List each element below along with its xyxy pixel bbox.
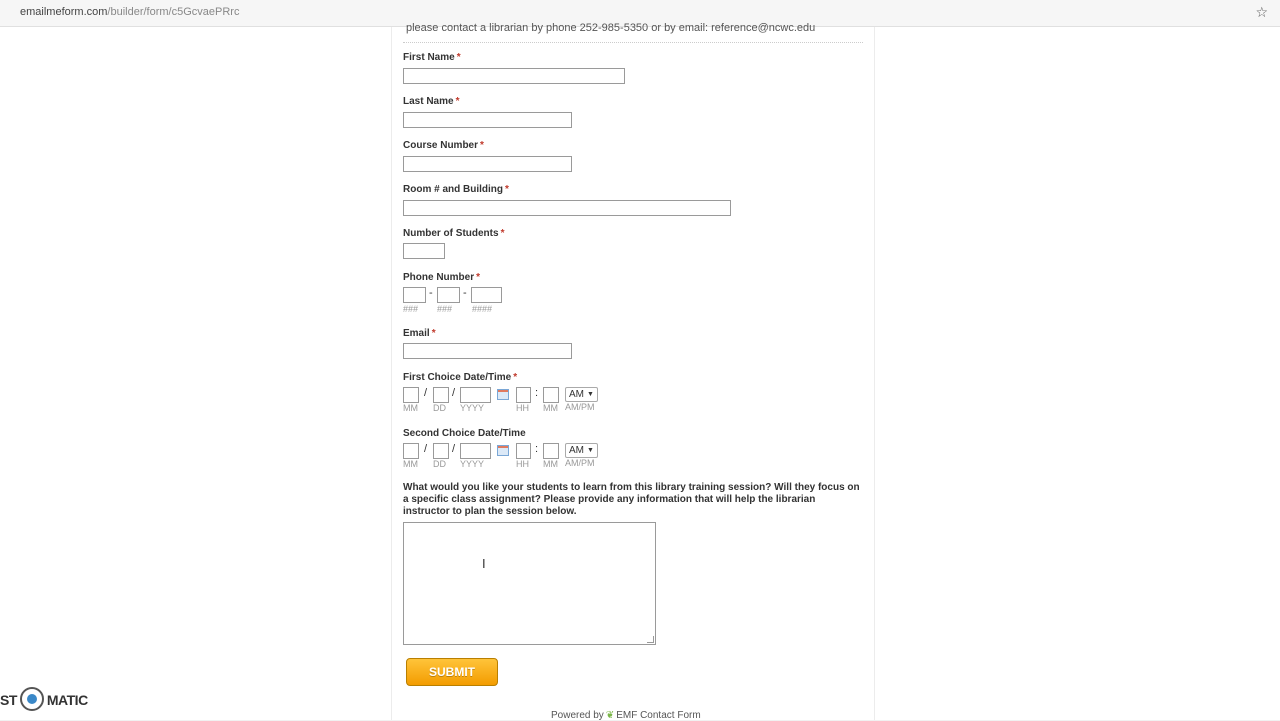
second-choice-label: Second Choice Date/Time bbox=[403, 428, 526, 439]
required-mark: * bbox=[431, 328, 436, 339]
first-choice-month-input[interactable] bbox=[403, 387, 419, 403]
hour-hint: HH bbox=[516, 403, 529, 413]
url-domain: emailmeform.com bbox=[20, 6, 108, 18]
date-slash: / bbox=[452, 387, 456, 399]
month-hint: MM bbox=[403, 459, 418, 469]
phone-line-hint: #### bbox=[472, 304, 493, 314]
calendar-icon[interactable] bbox=[497, 445, 509, 456]
required-mark: * bbox=[500, 228, 505, 239]
first-choice-label: First Choice Date/Time * bbox=[403, 372, 518, 383]
ampm-hint: AM/PM bbox=[565, 402, 595, 412]
required-mark: * bbox=[455, 96, 460, 107]
day-hint: DD bbox=[433, 459, 446, 469]
powered-brand[interactable]: EMF Contact Form bbox=[616, 710, 700, 721]
num-students-input[interactable] bbox=[403, 243, 445, 259]
month-hint: MM bbox=[403, 403, 418, 413]
url-path: /builder/form/c5GcvaePRrc bbox=[107, 6, 240, 18]
chevron-down-icon: ▼ bbox=[587, 447, 594, 454]
phone-dash: - bbox=[429, 287, 433, 299]
hour-hint: HH bbox=[516, 459, 529, 469]
recorder-watermark: ST MATIC bbox=[0, 687, 88, 711]
watermark-right: MATIC bbox=[46, 692, 88, 708]
time-colon: : bbox=[535, 443, 539, 455]
emf-leaf-icon: ❦ bbox=[605, 710, 615, 721]
text-cursor-icon: I bbox=[482, 556, 486, 571]
room-building-input[interactable] bbox=[403, 200, 731, 216]
ampm-value: AM bbox=[569, 389, 584, 400]
submit-button[interactable]: SUBMIT bbox=[406, 658, 498, 686]
room-building-label: Room # and Building * bbox=[403, 184, 509, 195]
chevron-down-icon: ▼ bbox=[587, 391, 594, 398]
second-choice-year-input[interactable] bbox=[460, 443, 491, 459]
phone-dash: - bbox=[463, 287, 467, 299]
second-choice-ampm-select[interactable]: AM ▼ bbox=[565, 443, 598, 458]
powered-prefix: Powered by bbox=[551, 710, 604, 721]
phone-area-code-input[interactable] bbox=[403, 287, 426, 303]
powered-by: Powered by ❦ EMF Contact Form bbox=[551, 710, 701, 721]
second-choice-minute-input[interactable] bbox=[543, 443, 559, 459]
required-mark: * bbox=[480, 140, 484, 151]
first-choice-minute-input[interactable] bbox=[543, 387, 559, 403]
phone-number-label: Phone Number * bbox=[403, 272, 481, 283]
last-name-input[interactable] bbox=[403, 112, 572, 128]
email-label: Email * bbox=[403, 328, 436, 339]
year-hint: YYYY bbox=[460, 459, 485, 469]
year-hint: YYYY bbox=[460, 403, 485, 413]
course-number-input[interactable] bbox=[403, 156, 572, 172]
phone-prefix-hint: ### bbox=[437, 304, 453, 314]
first-choice-year-input[interactable] bbox=[460, 387, 491, 403]
second-choice-month-input[interactable] bbox=[403, 443, 419, 459]
second-choice-day-input[interactable] bbox=[433, 443, 449, 459]
required-mark: * bbox=[505, 184, 509, 195]
required-mark: * bbox=[476, 272, 481, 283]
url-text[interactable]: emailmeform.com/builder/form/c5GcvaePRrc bbox=[20, 6, 239, 18]
date-slash: / bbox=[452, 443, 456, 455]
watermark-left: ST bbox=[0, 692, 17, 708]
ampm-hint: AM/PM bbox=[565, 458, 595, 468]
phone-area-hint: ### bbox=[403, 304, 419, 314]
record-icon bbox=[19, 687, 44, 711]
divider bbox=[403, 42, 863, 43]
first-name-input[interactable] bbox=[403, 68, 625, 84]
time-colon: : bbox=[535, 387, 539, 399]
contact-notice: please contact a librarian by phone 252-… bbox=[406, 22, 816, 34]
minute-hint: MM bbox=[543, 403, 558, 413]
first-name-label: First Name * bbox=[403, 52, 461, 63]
first-choice-ampm-select[interactable]: AM ▼ bbox=[565, 387, 598, 402]
calendar-icon[interactable] bbox=[497, 389, 509, 400]
date-slash: / bbox=[424, 387, 428, 399]
day-hint: DD bbox=[433, 403, 446, 413]
required-mark: * bbox=[456, 52, 461, 63]
first-choice-day-input[interactable] bbox=[433, 387, 449, 403]
date-slash: / bbox=[424, 443, 428, 455]
required-mark: * bbox=[513, 372, 518, 383]
session-question-label: What would you like your students to lea… bbox=[403, 482, 860, 517]
minute-hint: MM bbox=[543, 459, 558, 469]
course-number-label: Course Number * bbox=[403, 140, 484, 151]
ampm-value: AM bbox=[569, 445, 584, 456]
email-input[interactable] bbox=[403, 343, 572, 359]
second-choice-hour-input[interactable] bbox=[516, 443, 531, 459]
session-details-textarea[interactable] bbox=[403, 522, 656, 645]
phone-line-input[interactable] bbox=[471, 287, 502, 303]
resize-grip-icon[interactable] bbox=[647, 636, 654, 643]
first-choice-hour-input[interactable] bbox=[516, 387, 531, 403]
phone-prefix-input[interactable] bbox=[437, 287, 460, 303]
star-icon[interactable]: ☆ bbox=[1255, 4, 1268, 21]
last-name-label: Last Name * bbox=[403, 96, 460, 107]
num-students-label: Number of Students * bbox=[403, 228, 505, 239]
